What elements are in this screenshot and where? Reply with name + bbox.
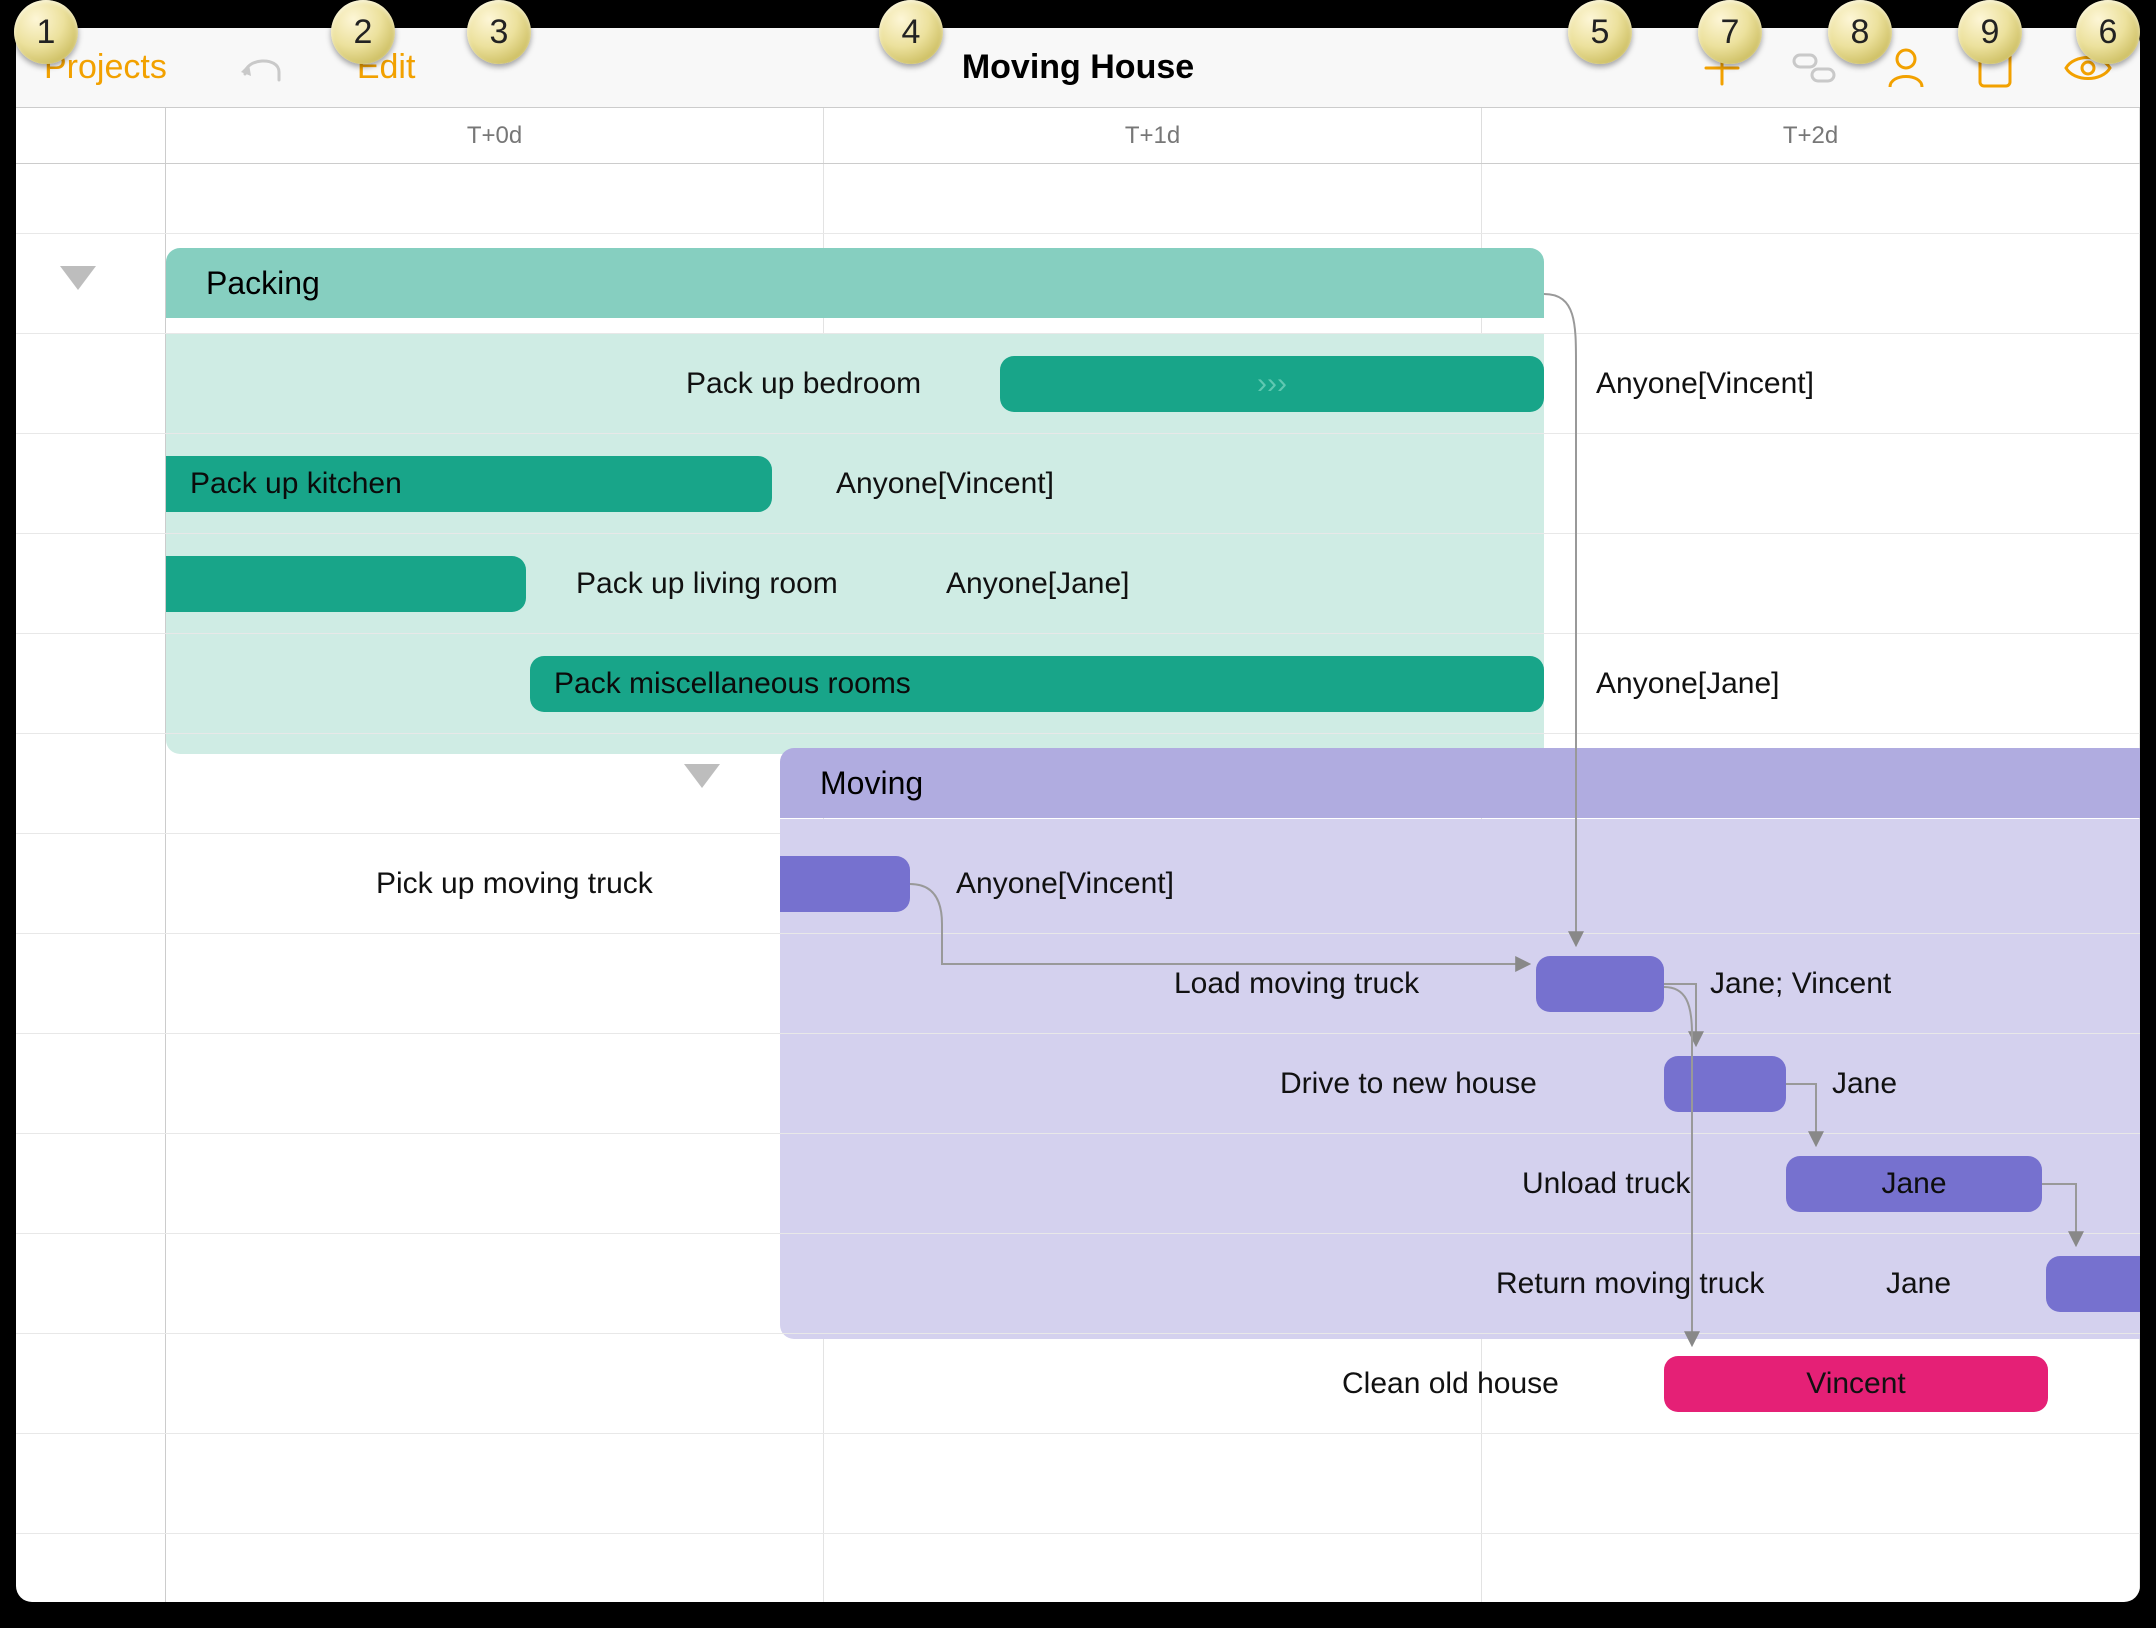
task-assignee: Anyone[Vincent] <box>836 456 1054 512</box>
callout-4: 4 <box>879 0 943 64</box>
task-assignee: Jane; Vincent <box>1710 956 1891 1012</box>
task-label: Pack up bedroom <box>686 356 921 412</box>
timeline-gutter <box>16 108 166 163</box>
link-icon[interactable] <box>1792 51 1836 85</box>
gantt-area[interactable]: Packing Pack up bedroom ››› Anyone[Vince… <box>16 164 2140 1602</box>
task-row-pickup-truck[interactable]: Pick up moving truck Anyone[Vincent] <box>16 834 2140 934</box>
group-label: Moving <box>820 765 923 802</box>
task-bar-pack-bedroom[interactable]: ››› <box>1000 356 1544 412</box>
group-header-moving[interactable]: Moving <box>780 748 2140 818</box>
day-col-1: T+1d <box>824 108 1482 163</box>
callout-5: 5 <box>1568 0 1632 64</box>
task-row-return-truck[interactable]: Return moving truck Jane <box>16 1234 2140 1334</box>
callout-2: 2 <box>331 0 395 64</box>
task-bar-clean[interactable]: Vincent <box>1664 1356 2048 1412</box>
task-label: Pack up kitchen <box>190 467 402 501</box>
task-label: Pick up moving truck <box>376 856 653 912</box>
task-assignee: Anyone[Jane] <box>1596 656 1779 712</box>
disclosure-icon[interactable] <box>60 266 96 290</box>
task-bar-load-truck[interactable] <box>1536 956 1664 1012</box>
task-label: Pack up living room <box>576 556 838 612</box>
group-header-packing[interactable]: Packing <box>166 248 1544 318</box>
task-bar-unload[interactable]: Jane <box>1786 1156 2042 1212</box>
task-label: Return moving truck <box>1496 1256 1764 1312</box>
person-icon[interactable] <box>1886 47 1926 89</box>
task-assignee: Jane <box>1886 1256 1951 1312</box>
task-row-drive[interactable]: Drive to new house Jane <box>16 1034 2140 1134</box>
disclosure-icon[interactable] <box>684 764 720 788</box>
callout-7: 7 <box>1698 0 1762 64</box>
task-row-clean[interactable]: Clean old house Vincent <box>16 1334 2140 1434</box>
day-col-2: T+2d <box>1482 108 2140 163</box>
group-row-packing[interactable]: Packing <box>16 234 2140 334</box>
task-label: Drive to new house <box>1280 1056 1537 1112</box>
task-bar-pack-kitchen[interactable]: Pack up kitchen <box>166 456 772 512</box>
task-label: Unload truck <box>1522 1156 1690 1212</box>
task-assignee: Anyone[Vincent] <box>1596 356 1814 412</box>
callout-6: 6 <box>2076 0 2140 64</box>
task-row-pack-bedroom[interactable]: Pack up bedroom ››› Anyone[Vincent] <box>16 334 2140 434</box>
task-row-pack-kitchen[interactable]: Pack up kitchen Anyone[Vincent] <box>16 434 2140 534</box>
task-bar-return-truck[interactable] <box>2046 1256 2140 1312</box>
task-label: Load moving truck <box>1174 956 1419 1012</box>
task-bar-pack-living[interactable] <box>166 556 526 612</box>
group-label: Packing <box>206 265 320 302</box>
task-label: Pack miscellaneous rooms <box>554 667 911 701</box>
task-assignee: Jane <box>1832 1056 1897 1112</box>
task-bar-pack-misc[interactable]: Pack miscellaneous rooms <box>530 656 1544 712</box>
task-assignee: Vincent <box>1806 1367 1906 1401</box>
timeline-header: T+0d T+1d T+2d <box>16 108 2140 164</box>
task-assignee: Anyone[Jane] <box>946 556 1129 612</box>
task-row-unload[interactable]: Unload truck Jane <box>16 1134 2140 1234</box>
undo-icon[interactable] <box>239 50 285 86</box>
callout-1: 1 <box>14 0 78 64</box>
day-col-0: T+0d <box>166 108 824 163</box>
callout-3: 3 <box>467 0 531 64</box>
task-row-pack-living[interactable]: Pack up living room Anyone[Jane] <box>16 534 2140 634</box>
continue-icon: ››› <box>1257 367 1287 401</box>
task-bar-drive[interactable] <box>1664 1056 1786 1112</box>
callout-9: 9 <box>1958 0 2022 64</box>
task-label: Clean old house <box>1342 1356 1559 1412</box>
task-assignee: Anyone[Vincent] <box>956 856 1174 912</box>
callout-8: 8 <box>1828 0 1892 64</box>
app-window: Projects Edit Moving House <box>16 28 2140 1602</box>
task-row-load-truck[interactable]: Load moving truck Jane; Vincent <box>16 934 2140 1034</box>
task-row-pack-misc[interactable]: Pack miscellaneous rooms Anyone[Jane] <box>16 634 2140 734</box>
task-assignee: Jane <box>1881 1167 1946 1201</box>
task-bar-pickup-truck[interactable] <box>780 856 910 912</box>
